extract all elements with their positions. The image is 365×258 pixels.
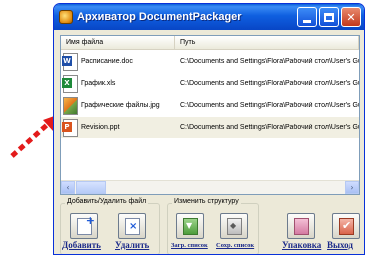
maximize-icon (324, 12, 334, 22)
delete-file-icon (125, 218, 140, 235)
list-row-1[interactable]: X График.xls C:\Documents and Settings\F… (61, 73, 359, 94)
minimize-button[interactable] (297, 7, 317, 27)
list-header: Имя файла Путь (61, 36, 359, 50)
horizontal-scrollbar[interactable]: ‹ › (61, 180, 359, 194)
file-list[interactable]: Имя файла Путь W Расписание.doc C:\Docum… (60, 35, 360, 195)
scroll-track[interactable] (106, 181, 345, 194)
add-label[interactable]: Добавить (62, 240, 101, 250)
app-window: Архиватор DocumentPackager ✕ Имя файла П… (53, 3, 365, 255)
delete-button[interactable] (118, 213, 146, 239)
delete-label[interactable]: Удалить (115, 240, 149, 250)
list-row-3[interactable]: P Revision.ppt C:\Documents and Settings… (61, 117, 359, 138)
file-path: C:\Documents and Settings\Flora\Рабочий … (180, 58, 359, 65)
close-button[interactable]: ✕ (341, 7, 361, 27)
file-name: График.xls (81, 80, 116, 87)
maximize-button[interactable] (319, 7, 339, 27)
file-name-cell: X График.xls (61, 74, 175, 93)
minimize-icon (303, 19, 311, 23)
file-path: C:\Documents and Settings\Flora\Рабочий … (180, 102, 359, 109)
load-list-label[interactable]: Загр. список (171, 242, 208, 249)
title-bar[interactable]: Архиватор DocumentPackager ✕ (54, 4, 364, 30)
word-document-icon: W (62, 52, 78, 71)
group-structure-label: Изменить структуру (172, 198, 241, 205)
save-list-icon (227, 218, 242, 235)
close-icon: ✕ (346, 10, 356, 24)
excel-spreadsheet-icon: X (62, 74, 78, 93)
app-icon (59, 10, 73, 24)
file-name: Расписание.doc (81, 58, 133, 65)
pack-label[interactable]: Упаковка (282, 240, 321, 250)
window-title: Архиватор DocumentPackager (77, 11, 242, 23)
scroll-right-icon[interactable]: › (345, 181, 359, 194)
exit-label[interactable]: Выход (327, 240, 353, 250)
file-name: Графические файлы.jpg (81, 102, 160, 109)
file-path: C:\Documents and Settings\Flora\Рабочий … (180, 124, 359, 131)
file-name-cell: Графические файлы.jpg (61, 96, 175, 115)
package-icon (294, 218, 309, 235)
exit-button[interactable] (332, 213, 360, 239)
powerpoint-presentation-icon: P (62, 118, 78, 137)
list-row-0[interactable]: W Расписание.doc C:\Documents and Settin… (61, 51, 359, 72)
group-add-delete-label: Добавить/Удалить файл (65, 198, 149, 205)
file-name-cell: P Revision.ppt (61, 118, 175, 137)
scroll-left-icon[interactable]: ‹ (61, 181, 75, 194)
scroll-thumb[interactable] (76, 181, 106, 194)
file-path: C:\Documents and Settings\Flora\Рабочий … (180, 80, 359, 87)
save-list-button[interactable] (220, 213, 248, 239)
add-button[interactable] (70, 213, 98, 239)
column-header-path[interactable]: Путь (175, 36, 359, 49)
column-header-name[interactable]: Имя файла (61, 36, 175, 49)
add-file-icon (77, 214, 95, 235)
save-list-label[interactable]: Сохр. список (216, 242, 254, 249)
checkmark-icon (339, 218, 354, 235)
list-body: W Расписание.doc C:\Documents and Settin… (61, 50, 359, 180)
file-name: Revision.ppt (81, 124, 120, 131)
pack-button[interactable] (287, 213, 315, 239)
load-list-button[interactable] (176, 213, 204, 239)
image-file-icon (63, 96, 78, 115)
list-row-2[interactable]: Графические файлы.jpg C:\Documents and S… (61, 95, 359, 116)
load-list-icon (183, 218, 198, 235)
file-name-cell: W Расписание.doc (61, 52, 175, 71)
